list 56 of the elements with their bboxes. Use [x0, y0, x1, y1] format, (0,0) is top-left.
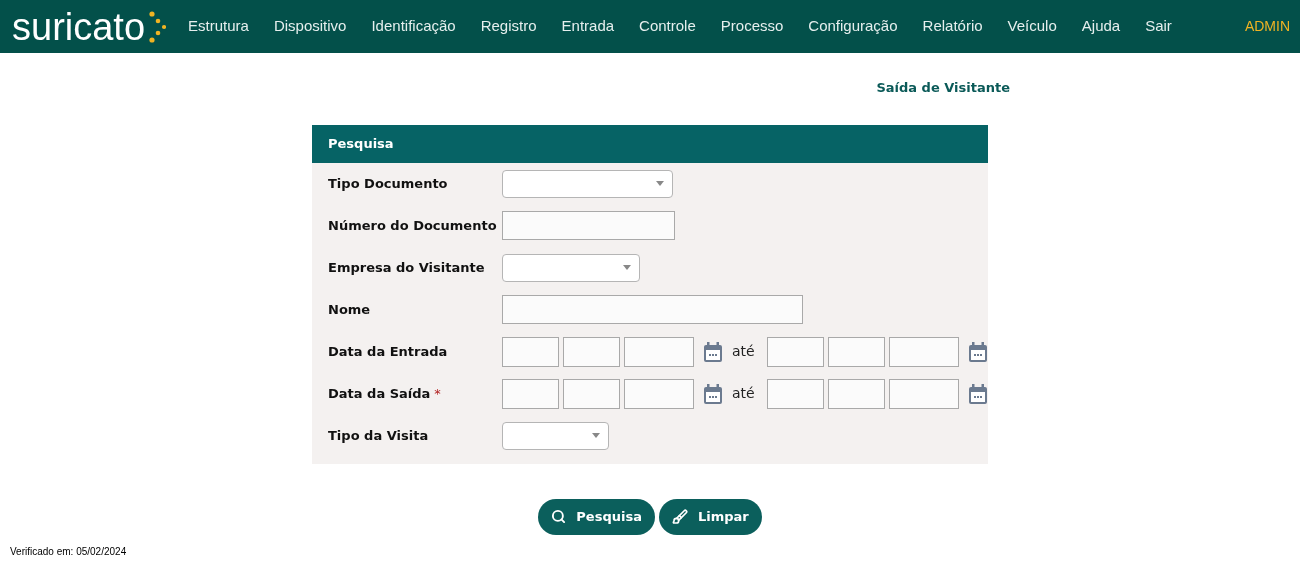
required-mark: * — [434, 384, 441, 403]
field-label: Tipo da Visita — [328, 426, 429, 445]
month-field[interactable] — [563, 336, 620, 367]
day-field[interactable] — [766, 336, 824, 367]
nav-link[interactable]: Registro — [480, 15, 537, 38]
year-field[interactable] — [624, 378, 694, 409]
field-label: Empresa do Visitante — [328, 258, 485, 277]
day-field[interactable] — [766, 378, 824, 409]
verified-date: Verificado em: 05/02/2024 — [10, 545, 127, 559]
calendar-icon[interactable] — [704, 383, 722, 404]
month-field[interactable] — [563, 378, 620, 409]
nav-link[interactable]: Relatório — [922, 15, 983, 38]
text-field[interactable] — [502, 295, 803, 324]
range-separator: até — [732, 384, 755, 403]
nav-link[interactable]: Processo — [720, 15, 784, 38]
nav-link[interactable]: Configuração — [808, 15, 898, 38]
nav-link[interactable]: Estrutura — [188, 15, 249, 38]
caret-icon — [656, 181, 664, 186]
dots-icon — [146, 9, 167, 44]
nav-link[interactable]: Dispositivo — [273, 15, 347, 38]
year-field[interactable] — [624, 336, 694, 367]
clear-button[interactable]: Limpar — [658, 498, 762, 535]
nav-link[interactable]: Entrada — [561, 15, 615, 38]
logo-text[interactable]: suricato — [12, 7, 146, 46]
calendar-icon[interactable] — [704, 341, 722, 362]
month-field[interactable] — [827, 336, 885, 367]
field-label: Número do Documento — [328, 216, 497, 235]
nav-link[interactable]: Veículo — [1007, 15, 1057, 38]
nav-link[interactable]: Ajuda — [1081, 15, 1121, 38]
day-field[interactable] — [502, 336, 559, 367]
year-field[interactable] — [888, 336, 959, 367]
calendar-icon[interactable] — [968, 341, 987, 362]
caret-icon — [592, 433, 600, 438]
field-label: Nome — [328, 300, 371, 319]
calendar-icon[interactable] — [968, 383, 987, 404]
caret-icon — [623, 265, 631, 270]
user-name[interactable]: ADMIN — [1244, 16, 1290, 37]
panel-title: Pesquisa — [328, 134, 394, 153]
field-label: Data da Saída — [328, 384, 431, 403]
day-field[interactable] — [502, 378, 559, 409]
nav-link[interactable]: Identificação — [371, 15, 456, 38]
search-button[interactable]: Pesquisa — [538, 498, 655, 535]
month-field[interactable] — [827, 378, 885, 409]
year-field[interactable] — [888, 378, 959, 409]
nav-link[interactable]: Controle — [639, 15, 696, 38]
field-label: Tipo Documento — [328, 174, 448, 193]
search-icon — [551, 509, 567, 524]
select-field[interactable] — [502, 169, 673, 198]
field-label: Data da Entrada — [328, 342, 448, 361]
nav-link[interactable]: Sair — [1145, 15, 1172, 38]
text-field[interactable] — [502, 211, 675, 240]
select-field[interactable] — [502, 421, 609, 450]
range-separator: até — [732, 342, 755, 361]
brush-icon — [671, 508, 688, 525]
page-title: Saída de Visitante — [876, 79, 1010, 97]
select-field[interactable] — [502, 253, 640, 282]
